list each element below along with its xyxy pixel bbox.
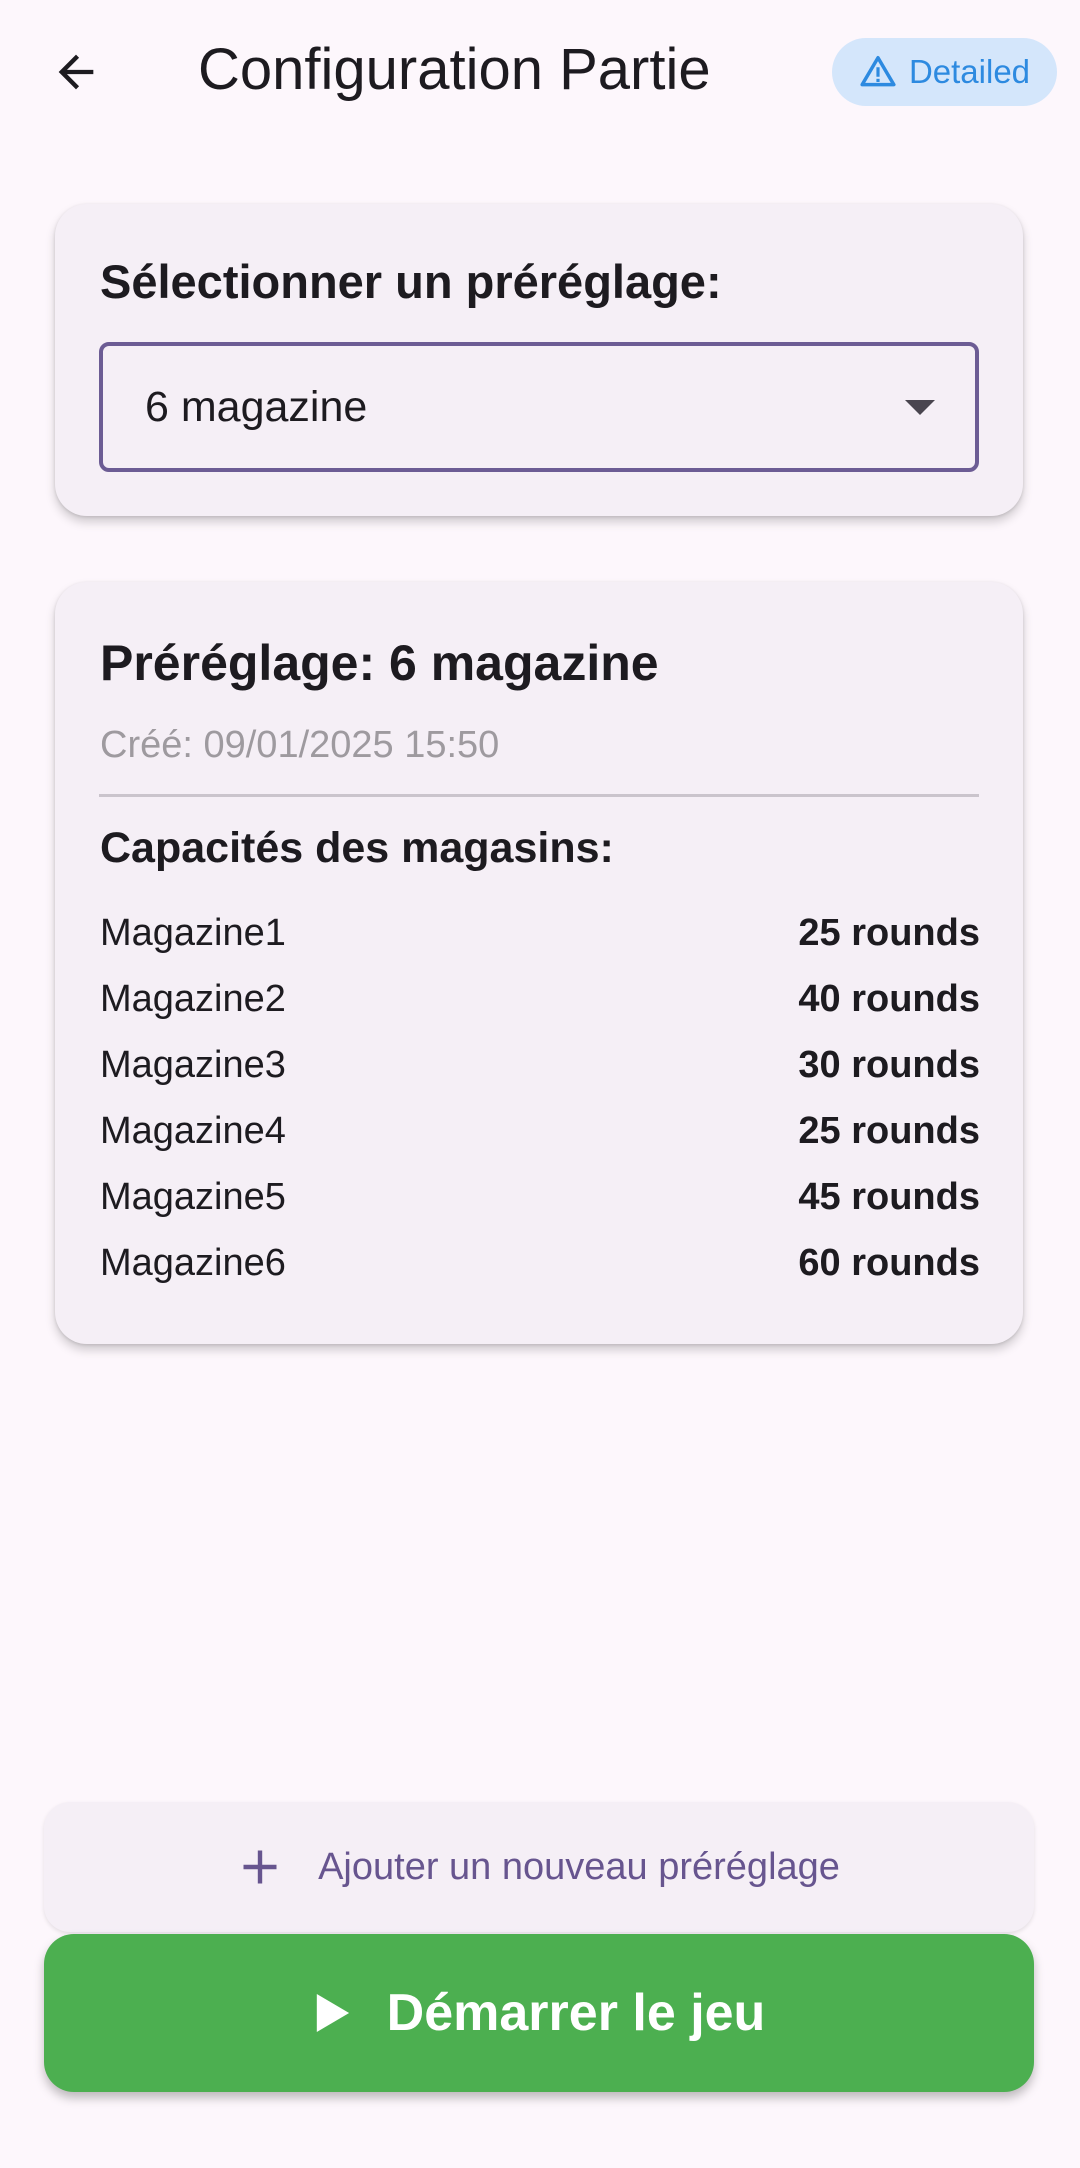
magazine-row: Magazine6 60 rounds [100,1230,980,1296]
magazine-name: Magazine2 [100,977,286,1020]
preset-selector-card: Sélectionner un préréglage: 6 magazine [55,204,1023,516]
page-title: Configuration Partie [198,37,711,102]
add-preset-label: Ajouter un nouveau préréglage [318,1845,840,1888]
preset-details-card: Préréglage: 6 magazine Créé: 09/01/2025 … [55,582,1023,1344]
capacities-heading: Capacités des magasins: [100,824,614,872]
dropdown-arrow-icon [905,399,935,415]
preset-dropdown[interactable]: 6 magazine [99,342,979,472]
magazine-row: Magazine5 45 rounds [100,1164,980,1230]
preset-details-title: Préréglage: 6 magazine [100,635,659,691]
start-game-button[interactable]: Démarrer le jeu [44,1934,1034,2092]
magazine-capacity: 25 rounds [798,911,980,954]
magazine-name: Magazine4 [100,1109,286,1152]
magazine-name: Magazine3 [100,1043,286,1086]
magazine-name: Magazine6 [100,1241,286,1284]
magazine-list: Magazine1 25 rounds Magazine2 40 rounds … [100,900,980,1296]
preset-selector-label: Sélectionner un préréglage: [100,255,722,308]
magazine-row: Magazine3 30 rounds [100,1032,980,1098]
magazine-capacity: 30 rounds [798,1043,980,1086]
play-icon [316,1994,349,2032]
preset-created-date: Créé: 09/01/2025 15:50 [100,724,500,766]
magazine-name: Magazine1 [100,911,286,954]
magazine-capacity: 45 rounds [798,1175,980,1218]
preset-dropdown-value: 6 magazine [145,382,368,431]
arrow-left-icon [58,54,94,90]
divider [99,794,979,797]
magazine-capacity: 40 rounds [798,977,980,1020]
plus-icon [243,1850,277,1884]
app-bar: Configuration Partie Detailed [0,0,1080,140]
magazine-row: Magazine2 40 rounds [100,966,980,1032]
magazine-capacity: 60 rounds [798,1241,980,1284]
detailed-badge[interactable]: Detailed [832,38,1057,106]
back-button[interactable] [36,32,116,112]
start-game-label: Démarrer le jeu [386,1984,766,2042]
magazine-row: Magazine4 25 rounds [100,1098,980,1164]
magazine-row: Magazine1 25 rounds [100,900,980,966]
badge-label: Detailed [908,53,1031,90]
add-preset-button[interactable]: Ajouter un nouveau préréglage [44,1802,1034,1932]
magazine-capacity: 25 rounds [798,1109,980,1152]
warning-triangle-icon [860,56,896,87]
magazine-name: Magazine5 [100,1175,286,1218]
